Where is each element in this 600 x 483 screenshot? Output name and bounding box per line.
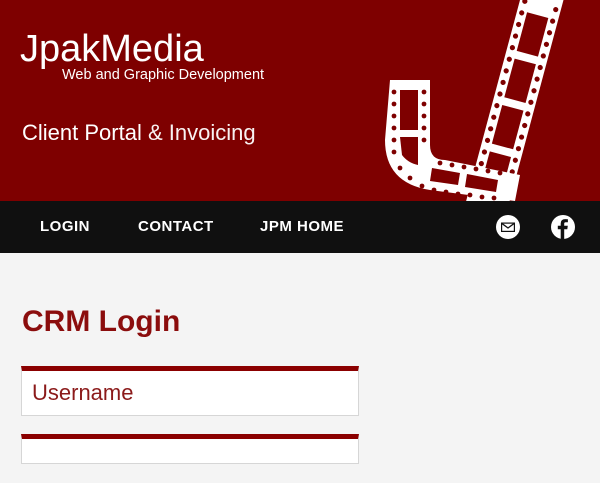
site-header: JpakMedia Web and Graphic Development Cl… [0, 0, 600, 201]
login-section: CRM Login [0, 253, 600, 483]
mail-icon[interactable] [495, 214, 521, 240]
password-input[interactable] [22, 439, 358, 483]
portal-title-main: Client Portal [22, 120, 142, 145]
nav-login[interactable]: LOGIN [40, 201, 90, 253]
portal-title: Client Portal & Invoicing [22, 120, 256, 146]
nav-contact[interactable]: CONTACT [138, 201, 214, 253]
brand-tagline: Web and Graphic Development [62, 67, 265, 83]
page-title: CRM Login [22, 305, 181, 338]
password-field-wrapper [21, 434, 359, 483]
nav-jpm-home[interactable]: JPM HOME [260, 201, 344, 253]
username-input[interactable] [22, 371, 358, 415]
main-nav: LOGIN CONTACT JPM HOME [0, 201, 600, 253]
username-field-wrapper [21, 366, 359, 416]
brand-name: JpakMedia [20, 28, 204, 70]
film-strip-logo-icon [385, 0, 566, 201]
facebook-icon[interactable] [550, 214, 576, 240]
portal-title-rest: & Invoicing [141, 120, 256, 145]
brand-logo[interactable]: JpakMedia Web and Graphic Development [20, 28, 264, 83]
